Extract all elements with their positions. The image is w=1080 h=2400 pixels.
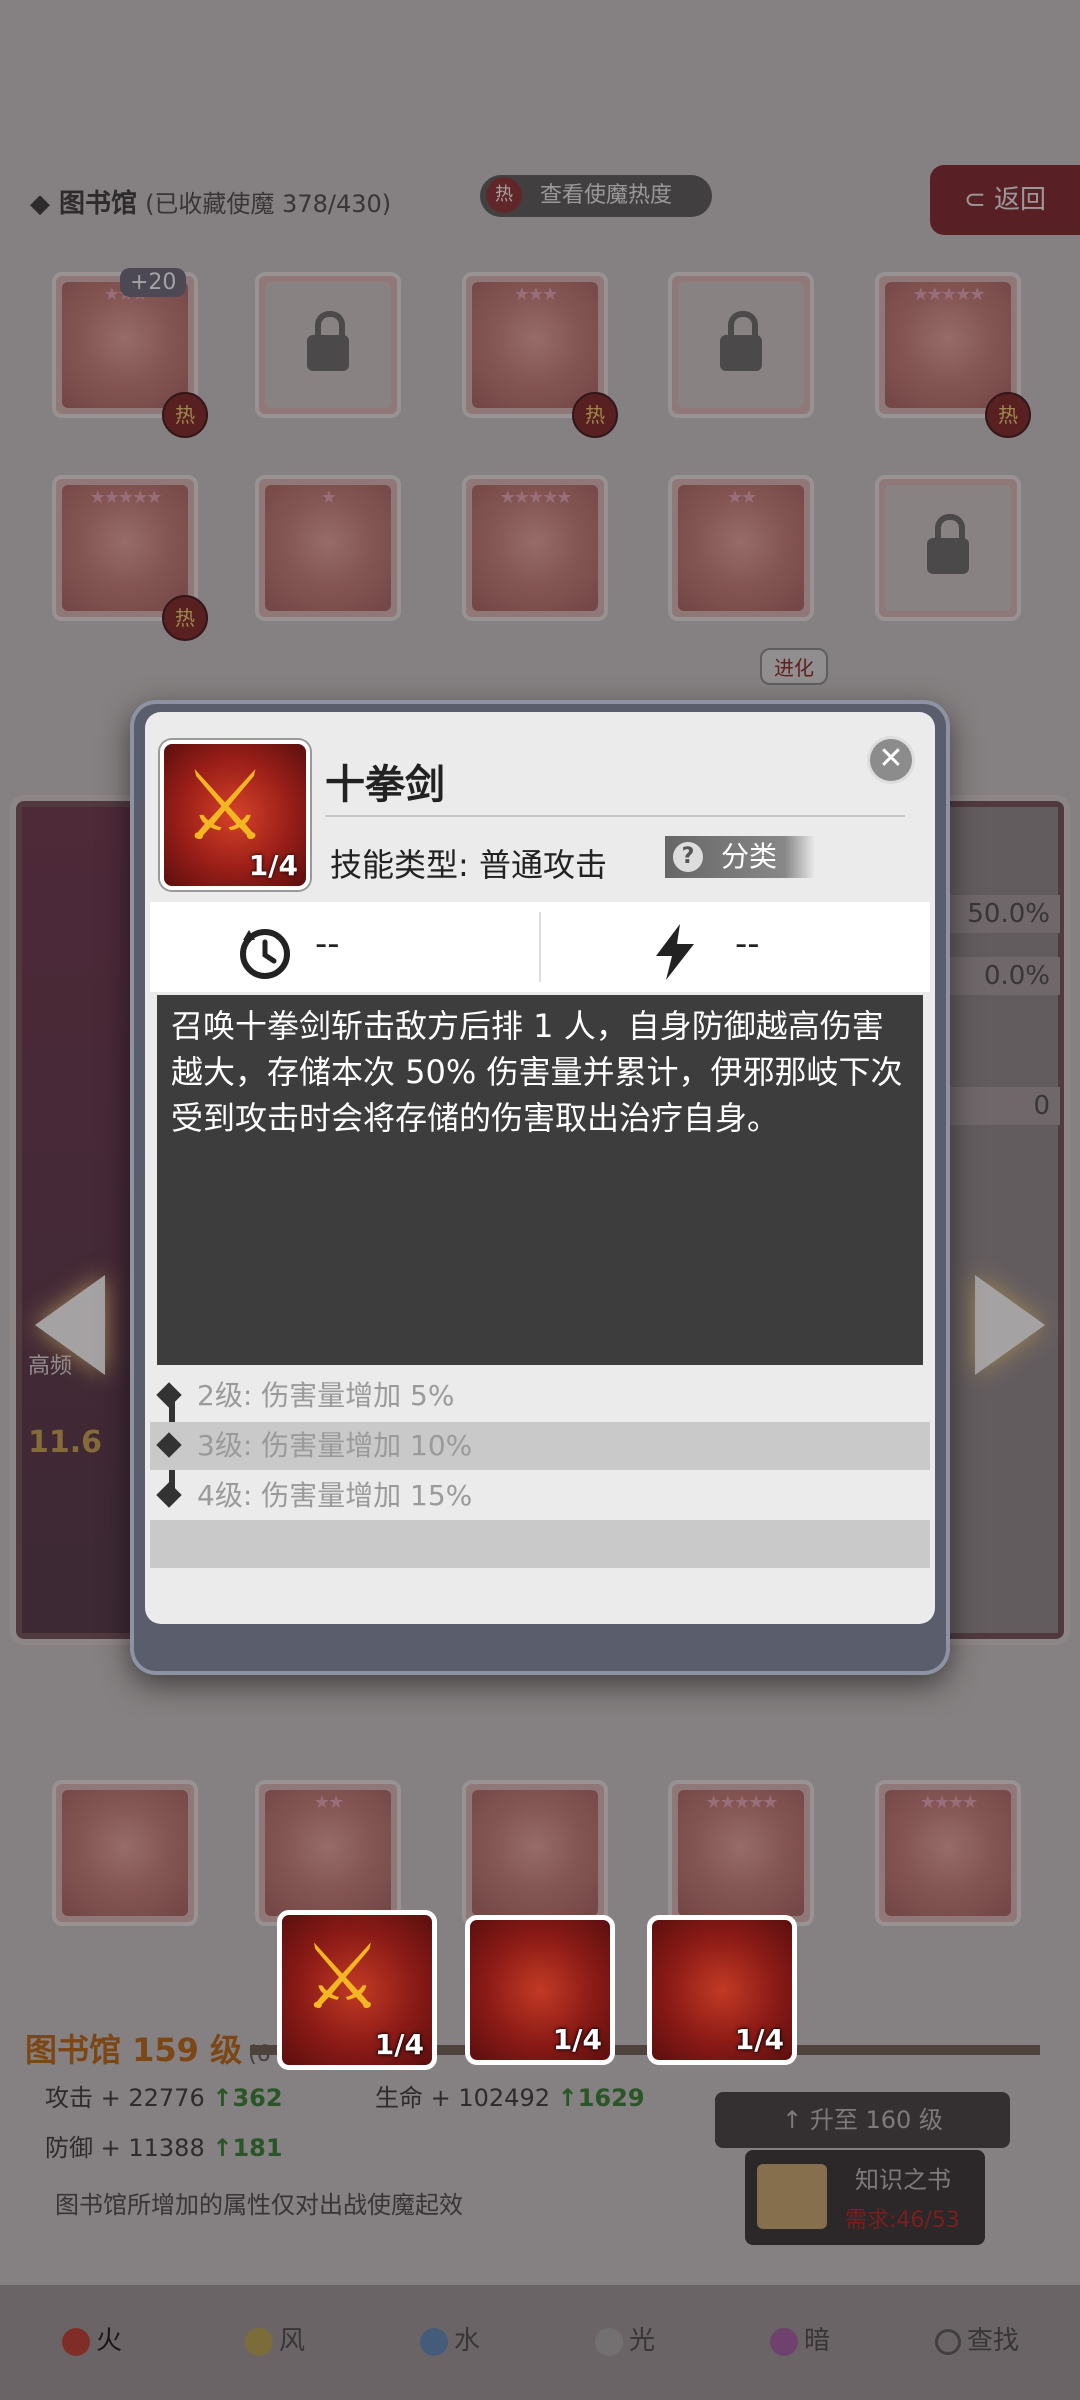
skill-name: 十拳剑 [325,762,445,808]
upgrade-level: 3级: 伤害量增加 10% [150,1422,930,1470]
skill-level: 1/4 [248,849,298,882]
popup-footer [150,1520,930,1568]
skill-thumb-1[interactable]: ⚔ 1/4 [277,1910,437,2070]
skill-popup: ⚔ 1/4 十拳剑 ✕ 技能类型: 普通攻击 ? 分类 -- -- 召唤十拳剑斩击… [145,712,935,1624]
skill-description: 召唤十拳剑斩击敌方后排 1 人，自身防御越高伤害越大，存储本次 50% 伤害量并… [157,995,923,1365]
close-button[interactable]: ✕ [870,739,912,781]
help-icon: ? [673,842,703,872]
divider [325,815,905,817]
lightning-icon [656,924,694,980]
category-button[interactable]: ? 分类 [665,836,815,878]
cooldown-value: -- [315,924,340,964]
energy-value: -- [735,924,760,964]
upgrade-level: 2级: 伤害量增加 5% [150,1372,930,1420]
skill-stats-row: -- -- [150,902,930,992]
sword-glyph-icon: ⚔ [302,1925,383,2030]
cooldown-icon [240,929,290,979]
upgrade-level: 4级: 伤害量增加 15% [150,1472,930,1520]
skill-type: 技能类型: 普通攻击 [330,846,607,884]
sword-glyph-icon: ⚔ [182,750,269,862]
skill-thumb-3[interactable]: 1/4 [647,1915,797,2065]
skill-icon: ⚔ 1/4 [160,740,310,890]
skill-thumb-2[interactable]: 1/4 [465,1915,615,2065]
